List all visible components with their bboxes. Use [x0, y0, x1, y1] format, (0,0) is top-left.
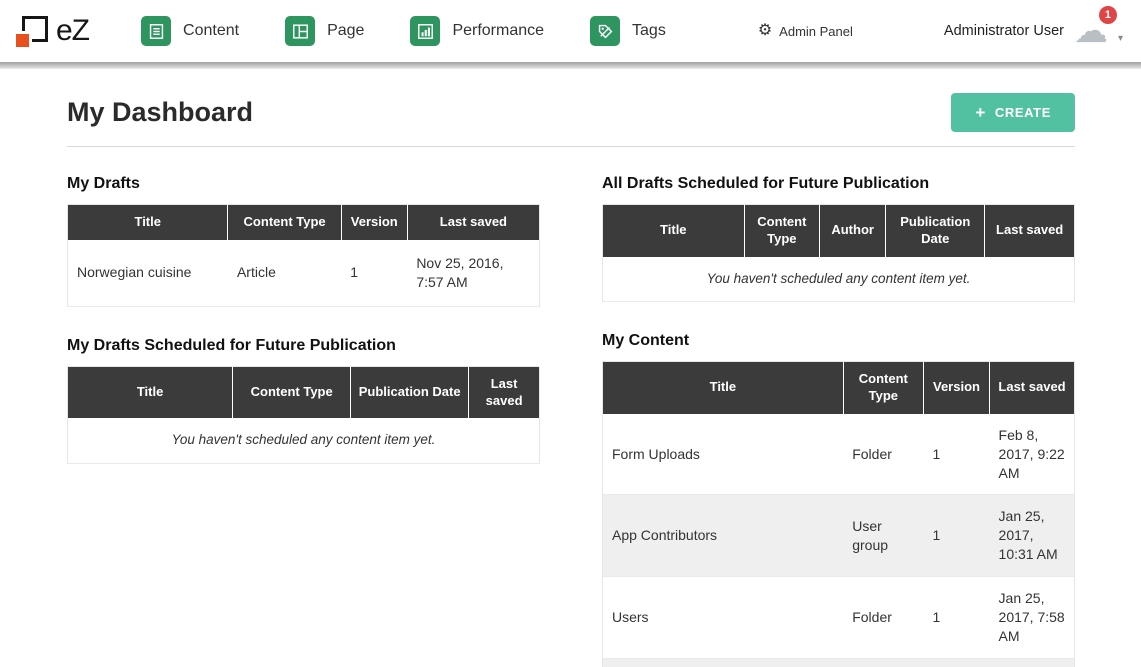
cell-version: 1: [923, 658, 989, 667]
column-header: Publication Date: [886, 205, 985, 257]
user-area: Administrator User ☁ 1 ▾: [944, 14, 1123, 48]
column-header: Last saved: [985, 205, 1075, 257]
nav-item-label: Page: [327, 22, 364, 40]
column-header: Content Type: [744, 205, 820, 257]
column-header: Version: [341, 205, 407, 240]
table-row[interactable]: Norwegian cuisine Article 1 Nov 25, 2016…: [68, 240, 540, 306]
my-drafts-scheduled-section: My Drafts Scheduled for Future Publicati…: [67, 337, 540, 464]
ez-logo[interactable]: eZ: [14, 14, 89, 48]
column-header: Title: [603, 362, 844, 414]
ez-logo-icon: [14, 14, 50, 48]
my-drafts-section: My Drafts Title Content Type Version Las…: [67, 175, 540, 307]
all-drafts-scheduled-table: Title Content Type Author Publication Da…: [602, 204, 1075, 302]
cell-version: 1: [341, 240, 407, 306]
left-column: My Drafts Title Content Type Version Las…: [67, 175, 540, 667]
all-drafts-scheduled-section: All Drafts Scheduled for Future Publicat…: [602, 175, 1075, 302]
empty-message: You haven't scheduled any content item y…: [68, 418, 540, 463]
nav-item-performance[interactable]: Performance: [410, 16, 544, 46]
dashboard-main: My Dashboard + CREATE My Drafts Title Co…: [0, 69, 1141, 667]
section-title: All Drafts Scheduled for Future Publicat…: [602, 175, 1075, 193]
user-avatar[interactable]: ☁ 1: [1074, 14, 1108, 48]
column-header: Version: [923, 362, 989, 414]
tags-icon: [590, 16, 620, 46]
nav-item-page[interactable]: Page: [285, 16, 364, 46]
cell-content-type: User group: [843, 495, 923, 577]
my-content-table: Title Content Type Version Last saved Fo…: [602, 361, 1075, 667]
top-nav-bar: eZ Content Page: [0, 0, 1141, 62]
column-header: Content Type: [228, 205, 341, 240]
cell-content-type: Folder: [843, 414, 923, 495]
column-header: Last saved: [407, 205, 539, 240]
cell-last-saved: Feb 8, 2017, 9:22 AM: [990, 414, 1075, 495]
column-header: Publication Date: [351, 366, 469, 418]
column-header: Last saved: [990, 362, 1075, 414]
cell-title: Form Uploads: [603, 414, 844, 495]
cell-last-saved: Jan 25, 2017, 7:55 AM: [990, 658, 1075, 667]
table-row[interactable]: Users Folder 1 Jan 25, 2017, 7:58 AM: [603, 577, 1075, 659]
chevron-down-icon[interactable]: ▾: [1118, 33, 1123, 44]
page-title: My Dashboard: [67, 97, 253, 128]
empty-row: You haven't scheduled any content item y…: [68, 418, 540, 463]
cell-title: Norwegian cuisine: [68, 240, 228, 306]
admin-panel-label: Admin Panel: [779, 24, 853, 39]
cell-title: App: [603, 658, 844, 667]
nav-item-tags[interactable]: Tags: [590, 16, 666, 46]
create-button-label: CREATE: [995, 105, 1051, 120]
empty-message: You haven't scheduled any content item y…: [603, 257, 1075, 302]
ez-logo-orange-square: [16, 34, 29, 47]
nav-item-label: Performance: [452, 22, 544, 40]
plus-icon: +: [975, 104, 986, 121]
column-header: Last saved: [469, 366, 540, 418]
cell-version: 1: [923, 577, 989, 659]
main-nav: Content Page Performance: [141, 16, 666, 46]
section-title: My Content: [602, 332, 1075, 350]
section-title: My Drafts: [67, 175, 540, 193]
table-row[interactable]: App Folder 1 Jan 25, 2017, 7:55 AM: [603, 658, 1075, 667]
my-drafts-table: Title Content Type Version Last saved No…: [67, 204, 540, 307]
cell-last-saved: Nov 25, 2016, 7:57 AM: [407, 240, 539, 306]
admin-panel-link[interactable]: ⚙ Admin Panel: [758, 23, 853, 39]
cell-content-type: Folder: [843, 658, 923, 667]
column-header: Title: [68, 205, 228, 240]
ez-logo-text: eZ: [56, 14, 89, 48]
create-button[interactable]: + CREATE: [951, 93, 1075, 132]
cell-version: 1: [923, 414, 989, 495]
nav-item-label: Content: [183, 22, 239, 40]
nav-item-label: Tags: [632, 22, 666, 40]
section-title: My Drafts Scheduled for Future Publicati…: [67, 337, 540, 355]
notification-badge[interactable]: 1: [1099, 6, 1117, 24]
cell-content-type: Article: [228, 240, 341, 306]
my-content-section: My Content Title Content Type Version La…: [602, 332, 1075, 667]
right-column: All Drafts Scheduled for Future Publicat…: [602, 175, 1075, 667]
column-header: Title: [603, 205, 745, 257]
column-header: Content Type: [233, 366, 351, 418]
cell-title: App Contributors: [603, 495, 844, 577]
title-divider: [67, 146, 1075, 147]
column-header: Author: [820, 205, 886, 257]
performance-icon: [410, 16, 440, 46]
nav-item-content[interactable]: Content: [141, 16, 239, 46]
cell-version: 1: [923, 495, 989, 577]
empty-row: You haven't scheduled any content item y…: [603, 257, 1075, 302]
cell-content-type: Folder: [843, 577, 923, 659]
user-name: Administrator User: [944, 23, 1064, 39]
column-header: Title: [68, 366, 233, 418]
gear-icon: ⚙: [758, 23, 772, 39]
cell-last-saved: Jan 25, 2017, 7:58 AM: [990, 577, 1075, 659]
nav-shadow-divider: [0, 62, 1141, 69]
content-icon: [141, 16, 171, 46]
cell-last-saved: Jan 25, 2017, 10:31 AM: [990, 495, 1075, 577]
table-row[interactable]: App Contributors User group 1 Jan 25, 20…: [603, 495, 1075, 577]
page-icon: [285, 16, 315, 46]
column-header: Content Type: [843, 362, 923, 414]
my-drafts-scheduled-table: Title Content Type Publication Date Last…: [67, 366, 540, 464]
table-row[interactable]: Form Uploads Folder 1 Feb 8, 2017, 9:22 …: [603, 414, 1075, 495]
cell-title: Users: [603, 577, 844, 659]
